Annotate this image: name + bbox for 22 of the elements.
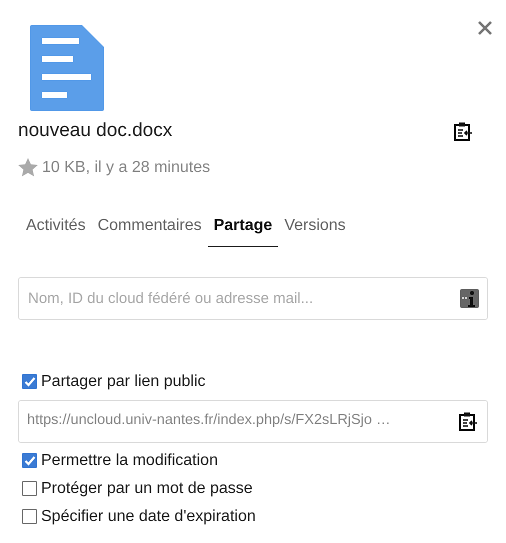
checkbox[interactable] (22, 481, 37, 496)
checkbox-label: Protéger par un mot de passe (41, 478, 253, 498)
info-icon (460, 288, 479, 308)
file-meta: 10 KB, il y a 28 minutes (42, 158, 210, 178)
share-search-field[interactable]: Nom, ID du cloud fédéré ou adresse mail... (18, 276, 488, 320)
tab[interactable]: Commentaires (92, 214, 208, 246)
tab[interactable]: Versions (278, 214, 352, 246)
link-field[interactable]: https://uncloud.univ-nantes.fr/index.php/s/FX2sLRjSjo … (18, 400, 488, 442)
checkbox-label: Spécifier une date d'expiration (41, 506, 256, 526)
checkbox-label: Permettre la modification (41, 450, 218, 470)
tab[interactable]: Activités (20, 214, 92, 246)
clipboard-icon[interactable] (453, 121, 473, 142)
checkbox-label: Partager par lien public (41, 372, 206, 392)
tab[interactable]: Partage (208, 214, 278, 246)
checkbox[interactable] (22, 453, 37, 468)
document-icon (30, 25, 104, 111)
checkbox[interactable] (22, 374, 37, 389)
link-url: https://uncloud.univ-nantes.fr/index.php/s/FX2sLRjSjo … (27, 411, 390, 430)
file-name: nouveau doc.docx (18, 119, 172, 143)
clipboard-icon[interactable] (458, 411, 478, 431)
checkbox[interactable] (22, 509, 37, 524)
star-icon[interactable] (18, 158, 38, 177)
